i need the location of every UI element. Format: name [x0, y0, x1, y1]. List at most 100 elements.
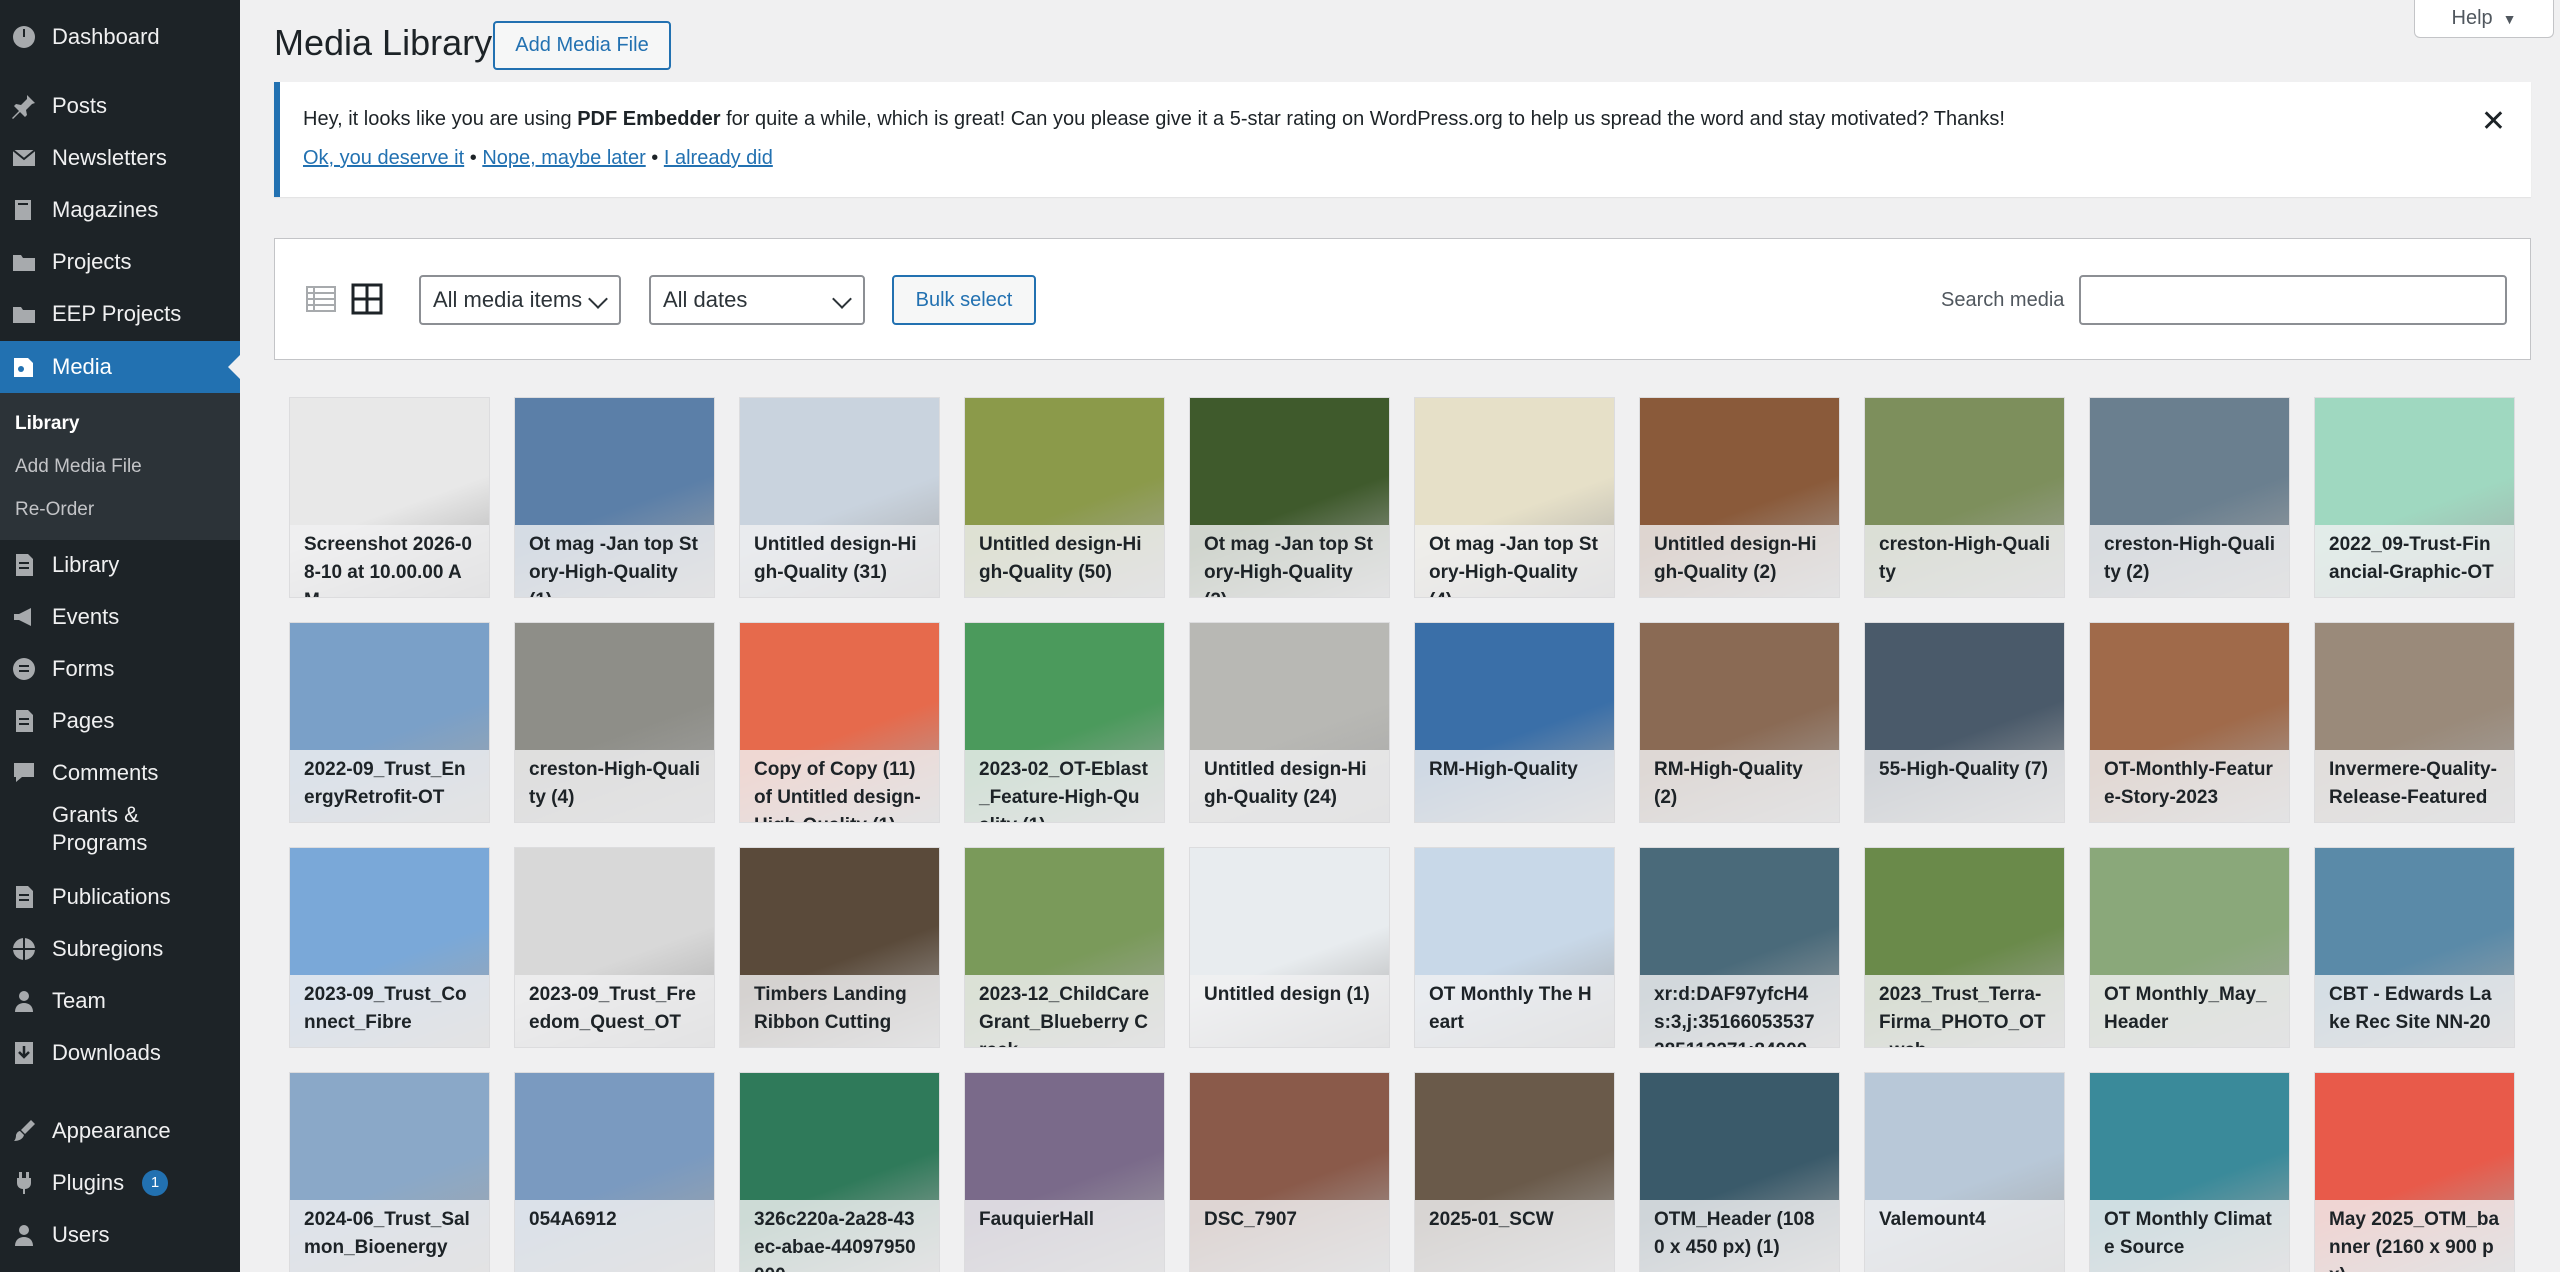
- sidebar-item-downloads[interactable]: Downloads: [0, 1027, 240, 1079]
- media-item[interactable]: creston-High-Quality (2): [2089, 397, 2290, 598]
- sidebar-item-appearance[interactable]: Appearance: [0, 1105, 240, 1157]
- search-input[interactable]: [2079, 275, 2507, 325]
- media-item[interactable]: xr:d:DAF97yfcH4s:3,j:3516605353728511227…: [1639, 847, 1840, 1048]
- notice-link-rate[interactable]: Ok, you deserve it: [303, 147, 464, 169]
- sidebar-item-label: EEP Projects: [52, 301, 182, 326]
- media-item[interactable]: 2023-09_Trust_Freedom_Quest_OT: [514, 847, 715, 1048]
- media-item[interactable]: Untitled design-High-Quality (24): [1189, 622, 1390, 823]
- help-label: Help: [2451, 7, 2493, 29]
- media-item[interactable]: creston-High-Quality (4): [514, 622, 715, 823]
- notice-link-later[interactable]: Nope, maybe later: [482, 147, 645, 169]
- megaphone-icon: [10, 603, 38, 631]
- media-caption: 2023-12_ChildCareGrant_Blueberry Creek: [965, 975, 1164, 1047]
- sidebar-item-label: Plugins: [52, 1170, 125, 1195]
- add-media-button[interactable]: Add Media File: [493, 21, 671, 70]
- caret-down-icon: ▼: [2502, 10, 2517, 27]
- media-icon: [10, 353, 38, 381]
- sidebar-item-media[interactable]: Media: [0, 341, 240, 393]
- list-view-icon[interactable]: [305, 283, 337, 315]
- sidebar-item-magazines[interactable]: Magazines: [0, 184, 240, 236]
- media-item[interactable]: Invermere-Quality-Release-Featured: [2314, 622, 2515, 823]
- close-icon[interactable]: ✕: [2481, 104, 2506, 139]
- media-item[interactable]: 2024-06_Trust_Salmon_Bioenergy: [289, 1072, 490, 1272]
- sidebar-item-dashboard[interactable]: Dashboard: [0, 11, 240, 63]
- media-item[interactable]: OTM_Header (1080 x 450 px) (1): [1639, 1072, 1840, 1272]
- media-item[interactable]: Untitled design-High-Quality (50): [964, 397, 1165, 598]
- submenu-item-re-order[interactable]: Re-Order: [15, 499, 94, 521]
- sidebar-item-label: Users: [52, 1222, 110, 1247]
- sidebar-item-plugins[interactable]: Plugins 1: [0, 1157, 240, 1209]
- media-item[interactable]: 2022_09-Trust-Financial-Graphic-OT: [2314, 397, 2515, 598]
- date-filter[interactable]: All dates: [649, 275, 865, 325]
- media-caption: 2023-02_OT-Eblast_Feature-High-Quality (…: [965, 750, 1164, 822]
- bulk-select-button[interactable]: Bulk select: [892, 275, 1036, 325]
- media-item[interactable]: May 2025_OTM_banner (2160 x 900 px): [2314, 1072, 2515, 1272]
- media-item[interactable]: Ot mag -Jan top Story-High-Quality (4): [1414, 397, 1615, 598]
- sidebar-item-publications[interactable]: Publications: [0, 871, 240, 923]
- media-item[interactable]: CBT - Edwards Lake Rec Site NN-20: [2314, 847, 2515, 1048]
- media-item[interactable]: 55-High-Quality (7): [1864, 622, 2065, 823]
- submenu-item-library[interactable]: Library: [15, 413, 79, 435]
- sidebar-item-grants-programs[interactable]: Grants & Programs: [0, 799, 240, 859]
- media-item[interactable]: 2023_Trust_Terra-Firma_PHOTO_OT_web: [1864, 847, 2065, 1048]
- media-item[interactable]: Timbers Landing Ribbon Cutting: [739, 847, 940, 1048]
- media-caption: RM-High-Quality (2): [1640, 750, 1839, 822]
- media-item[interactable]: creston-High-Quality: [1864, 397, 2065, 598]
- notice-link-done[interactable]: I already did: [664, 147, 773, 169]
- submenu-item-add-media-file[interactable]: Add Media File: [15, 456, 142, 478]
- sidebar-item-users[interactable]: Users: [0, 1209, 240, 1261]
- sidebar-item-pages[interactable]: Pages: [0, 695, 240, 747]
- media-item[interactable]: 2023-02_OT-Eblast_Feature-High-Quality (…: [964, 622, 1165, 823]
- sidebar-item-newsletters[interactable]: Newsletters: [0, 132, 240, 184]
- folder-icon: [10, 300, 38, 328]
- download-icon: [10, 1039, 38, 1067]
- separator: •: [464, 147, 483, 169]
- media-caption: 326c220a-2a28-43ec-abae-44097950000: [740, 1200, 939, 1272]
- media-item[interactable]: 2023-12_ChildCareGrant_Blueberry Creek: [964, 847, 1165, 1048]
- help-button[interactable]: Help ▼: [2414, 0, 2554, 38]
- sidebar-item-comments[interactable]: Comments: [0, 747, 240, 799]
- admin-sidebar: Dashboard Posts Newsletters Magazines Projec…: [0, 0, 240, 1272]
- media-item[interactable]: FauquierHall: [964, 1072, 1165, 1272]
- sidebar-item-label: Subregions: [52, 936, 164, 961]
- sidebar-item-projects[interactable]: Projects: [0, 236, 240, 288]
- media-caption: OT Monthly_May_Header: [2090, 975, 2289, 1047]
- media-item[interactable]: 2025-01_SCW: [1414, 1072, 1615, 1272]
- media-caption: 054A6912: [515, 1200, 714, 1272]
- media-item[interactable]: Ot mag -Jan top Story-High-Quality (1): [514, 397, 715, 598]
- sidebar-item-team[interactable]: Team: [0, 975, 240, 1027]
- sidebar-item-posts[interactable]: Posts: [0, 80, 240, 132]
- media-item[interactable]: RM-High-Quality: [1414, 622, 1615, 823]
- media-item[interactable]: 054A6912: [514, 1072, 715, 1272]
- media-item[interactable]: Untitled design (1): [1189, 847, 1390, 1048]
- media-type-filter[interactable]: All media items: [419, 275, 621, 325]
- sidebar-item-label: Dashboard: [52, 24, 160, 49]
- media-item[interactable]: RM-High-Quality (2): [1639, 622, 1840, 823]
- sidebar-item-library[interactable]: Library: [0, 539, 240, 591]
- media-item[interactable]: Screenshot 2026-08-10 at 10.00.00 AM: [289, 397, 490, 598]
- media-item[interactable]: OT-Monthly-Feature-Story-2023: [2089, 622, 2290, 823]
- plug-icon: [10, 1169, 38, 1197]
- media-item[interactable]: Copy of Copy (11) of Untitled design-Hig…: [739, 622, 940, 823]
- media-item[interactable]: OT Monthly_May_Header: [2089, 847, 2290, 1048]
- dashboard-icon: [10, 23, 38, 51]
- media-item[interactable]: 2022-09_Trust_EnergyRetrofit-OT: [289, 622, 490, 823]
- media-caption: Ot mag -Jan top Story-High-Quality (2): [1190, 525, 1389, 597]
- sidebar-item-subregions[interactable]: Subregions: [0, 923, 240, 975]
- media-item[interactable]: Valemount4: [1864, 1072, 2065, 1272]
- media-item[interactable]: Untitled design-High-Quality (31): [739, 397, 940, 598]
- media-item[interactable]: OT Monthly The Heart: [1414, 847, 1615, 1048]
- sidebar-item-eep-projects[interactable]: EEP Projects: [0, 288, 240, 340]
- sidebar-item-forms[interactable]: Forms: [0, 643, 240, 695]
- media-item[interactable]: 2023-09_Trust_Connect_Fibre: [289, 847, 490, 1048]
- grid-view-icon[interactable]: [351, 283, 383, 315]
- media-item[interactable]: OT Monthly Climate Source: [2089, 1072, 2290, 1272]
- media-caption: Invermere-Quality-Release-Featured: [2315, 750, 2514, 822]
- media-caption: 2023-09_Trust_Connect_Fibre: [290, 975, 489, 1047]
- sidebar-item-events[interactable]: Events: [0, 591, 240, 643]
- media-item[interactable]: 326c220a-2a28-43ec-abae-44097950000: [739, 1072, 940, 1272]
- media-item[interactable]: Untitled design-High-Quality (2): [1639, 397, 1840, 598]
- media-caption: May 2025_OTM_banner (2160 x 900 px): [2315, 1200, 2514, 1272]
- media-item[interactable]: DSC_7907: [1189, 1072, 1390, 1272]
- media-item[interactable]: Ot mag -Jan top Story-High-Quality (2): [1189, 397, 1390, 598]
